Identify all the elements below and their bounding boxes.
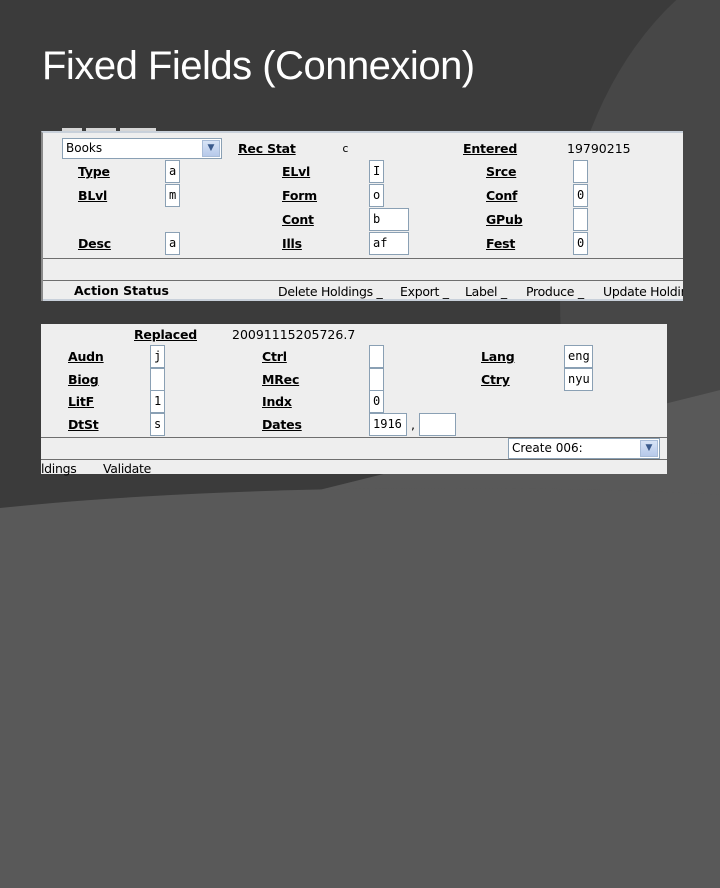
- action-delete-holdings[interactable]: Delete Holdings _: [278, 284, 383, 299]
- divider: [43, 299, 683, 301]
- slide-title: Fixed Fields (Connexion): [42, 44, 475, 88]
- biog-field[interactable]: [150, 368, 165, 391]
- desc-label[interactable]: Desc: [78, 236, 111, 251]
- fest-field[interactable]: 0: [573, 232, 588, 255]
- fest-label[interactable]: Fest: [486, 236, 515, 251]
- fixed-fields-bottom-panel: Replaced 20091115205726.7 Audn j Biog Li…: [41, 324, 667, 476]
- divider: [41, 459, 667, 460]
- type-field[interactable]: a: [165, 160, 180, 183]
- ctry-label[interactable]: Ctry: [481, 372, 510, 387]
- dtst-field[interactable]: s: [150, 413, 165, 436]
- gpub-label[interactable]: GPub: [486, 212, 523, 227]
- gpub-field[interactable]: [573, 208, 588, 231]
- elvl-field[interactable]: I: [369, 160, 384, 183]
- background-decoration: [0, 488, 720, 888]
- indx-label[interactable]: Indx: [262, 394, 292, 409]
- create-006-select-value: Create 006:: [512, 441, 583, 455]
- srce-field[interactable]: [573, 160, 588, 183]
- action-export[interactable]: Export _: [400, 284, 449, 299]
- type-label[interactable]: Type: [78, 164, 110, 179]
- rec-stat-value: c: [342, 142, 349, 155]
- entered-label[interactable]: Entered: [463, 141, 517, 156]
- blvl-label[interactable]: BLvl: [78, 188, 107, 203]
- audn-field[interactable]: j: [150, 345, 165, 368]
- action-update-holdings[interactable]: Update Holdir: [603, 284, 683, 299]
- action-holdings[interactable]: ldings: [41, 461, 77, 476]
- litf-label[interactable]: LitF: [68, 394, 94, 409]
- ctrl-label[interactable]: Ctrl: [262, 349, 287, 364]
- conf-label[interactable]: Conf: [486, 188, 518, 203]
- rec-stat-label[interactable]: Rec Stat: [238, 141, 296, 156]
- divider: [43, 280, 683, 281]
- create-006-select[interactable]: Create 006: ▼: [508, 438, 660, 459]
- dates-field-2[interactable]: [419, 413, 456, 436]
- replaced-value: 20091115205726.7: [232, 327, 356, 342]
- format-select-value: Books: [66, 141, 103, 155]
- blvl-field[interactable]: m: [165, 184, 180, 207]
- ills-label[interactable]: Ills: [282, 236, 302, 251]
- ills-field[interactable]: af: [369, 232, 409, 255]
- action-produce[interactable]: Produce _: [526, 284, 584, 299]
- form-label[interactable]: Form: [282, 188, 317, 203]
- entered-value: 19790215: [567, 141, 631, 156]
- action-label[interactable]: Label _: [465, 284, 507, 299]
- elvl-label[interactable]: ELvl: [282, 164, 310, 179]
- chevron-down-icon[interactable]: ▼: [640, 440, 658, 457]
- lang-field[interactable]: eng: [564, 345, 593, 368]
- mrec-label[interactable]: MRec: [262, 372, 299, 387]
- ctrl-field[interactable]: [369, 345, 384, 368]
- format-select[interactable]: Books ▼: [62, 138, 222, 159]
- cont-field[interactable]: b: [369, 208, 409, 231]
- ctry-field[interactable]: nyu: [564, 368, 593, 391]
- form-field[interactable]: o: [369, 184, 384, 207]
- dates-separator: ,: [411, 417, 415, 432]
- srce-label[interactable]: Srce: [486, 164, 516, 179]
- action-validate[interactable]: Validate: [103, 461, 151, 476]
- audn-label[interactable]: Audn: [68, 349, 104, 364]
- chevron-down-icon[interactable]: ▼: [202, 140, 220, 157]
- dates-label[interactable]: Dates: [262, 417, 302, 432]
- dtst-label[interactable]: DtSt: [68, 417, 99, 432]
- divider: [43, 258, 683, 259]
- cont-label[interactable]: Cont: [282, 212, 314, 227]
- replaced-label[interactable]: Replaced: [134, 327, 197, 342]
- fixed-fields-top-panel: Books ▼ Rec Stat c Entered 19790215 Type…: [41, 131, 683, 301]
- indx-field[interactable]: 0: [369, 390, 384, 413]
- action-status-label: Action Status: [74, 283, 169, 298]
- litf-field[interactable]: 1: [150, 390, 165, 413]
- desc-field[interactable]: a: [165, 232, 180, 255]
- dates-field-1[interactable]: 1916: [369, 413, 407, 436]
- lang-label[interactable]: Lang: [481, 349, 515, 364]
- biog-label[interactable]: Biog: [68, 372, 99, 387]
- mrec-field[interactable]: [369, 368, 384, 391]
- conf-field[interactable]: 0: [573, 184, 588, 207]
